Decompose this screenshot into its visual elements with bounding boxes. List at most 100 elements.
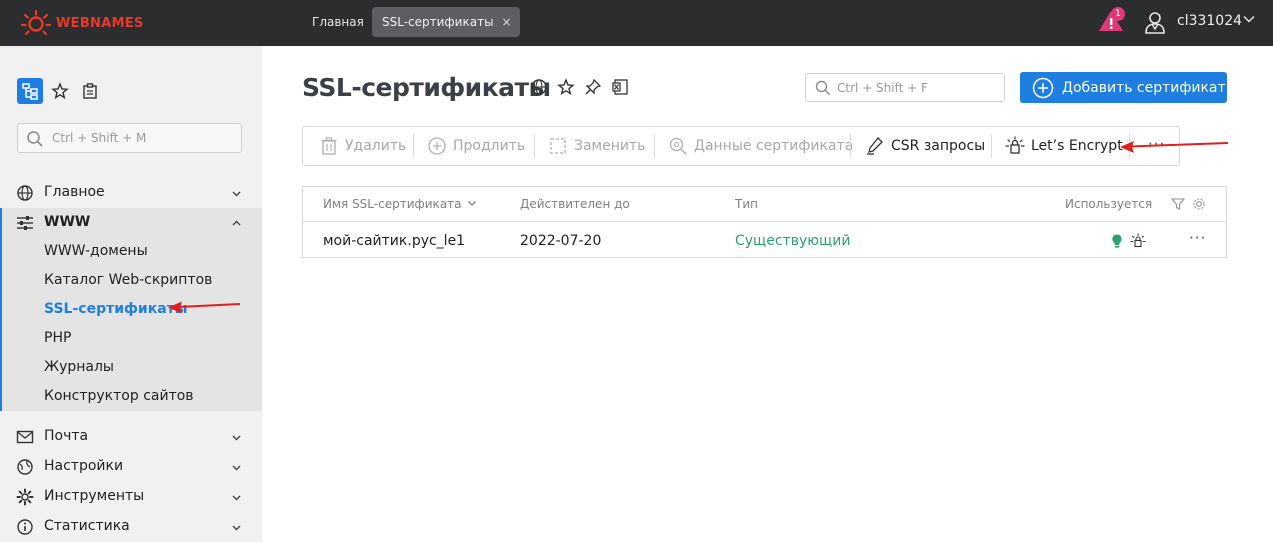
- sidebar-group-label: WWW: [44, 214, 91, 230]
- renew-label: Продлить: [453, 138, 526, 154]
- delete-button[interactable]: Удалить: [319, 127, 406, 165]
- top-bar: WEBNAMES Главная SSL-сертификаты × 1 cl3…: [0, 0, 1273, 46]
- sidebar-group-label: Почта: [44, 428, 89, 444]
- trash-icon: [321, 137, 337, 155]
- pin-icon[interactable]: [584, 78, 602, 96]
- chevron-up-icon: [232, 220, 241, 226]
- filter-icon[interactable]: [1171, 197, 1185, 211]
- favorites-button[interactable]: [47, 78, 73, 104]
- star-icon: [51, 82, 69, 100]
- sidebar-item-www-domains[interactable]: WWW-домены: [44, 243, 148, 259]
- toolbar-divider: [534, 134, 535, 158]
- sidebar-group-www[interactable]: WWW: [0, 208, 262, 238]
- lets-encrypt-button[interactable]: Let’s Encrypt: [1005, 127, 1123, 165]
- sidebar-group-mail[interactable]: Почта: [0, 422, 262, 452]
- sidebar-group-tools[interactable]: Инструменты: [0, 482, 262, 512]
- tab-close-icon[interactable]: ×: [502, 7, 512, 37]
- sidebar-item-logs[interactable]: Журналы: [44, 359, 114, 375]
- sidebar-group-statistics[interactable]: Статистика: [0, 512, 262, 542]
- replace-icon: [550, 138, 566, 154]
- sidebar: Главное WWW WWW-домены Каталог Web-скрип…: [0, 46, 262, 542]
- toolbar-divider: [991, 134, 992, 158]
- sidebar-group-label: Главное: [44, 184, 105, 200]
- page-title: SSL-сертификаты: [302, 73, 551, 102]
- mail-icon: [16, 430, 34, 444]
- logo[interactable]: WEBNAMES: [20, 8, 144, 38]
- sidebar-group-label: Настройки: [44, 458, 124, 474]
- toolbar-divider: [654, 134, 655, 158]
- replace-label: Заменить: [574, 138, 646, 154]
- csr-requests-button[interactable]: CSR запросы: [865, 127, 985, 165]
- globe-icon: [17, 185, 33, 201]
- sidebar-search-input[interactable]: [52, 129, 232, 147]
- tab-ssl-certificates[interactable]: SSL-сертификаты ×: [372, 7, 520, 37]
- table-header: Имя SSL-сертификата Действителен до Тип …: [303, 187, 1226, 222]
- main-search-input[interactable]: [837, 79, 997, 96]
- sidebar-item-site-builder[interactable]: Конструктор сайтов: [44, 388, 194, 404]
- clipboard-button[interactable]: [77, 78, 103, 104]
- sidebar-group-label: Инструменты: [44, 488, 145, 504]
- sidebar-search: [17, 123, 242, 153]
- logo-text: WEBNAMES: [56, 15, 144, 31]
- certificate-data-button[interactable]: Данные сертификата: [668, 127, 853, 165]
- chevron-down-icon: [232, 435, 241, 441]
- add-certificate-button[interactable]: Добавить сертификат: [1020, 72, 1227, 103]
- plus-circle-icon: [1032, 77, 1054, 98]
- page-title-actions: [530, 78, 638, 96]
- add-certificate-label: Добавить сертификат: [1062, 79, 1226, 96]
- chevron-down-icon: [232, 191, 241, 197]
- table-settings-gear-icon[interactable]: [1192, 197, 1206, 211]
- toolbar-divider: [850, 134, 851, 158]
- csr-requests-label: CSR запросы: [891, 138, 986, 154]
- chevron-down-icon: [232, 525, 241, 531]
- main-search: [805, 73, 1005, 102]
- column-header-type[interactable]: Тип: [735, 197, 758, 211]
- certificates-table: Имя SSL-сертификата Действителен до Тип …: [302, 186, 1227, 258]
- annotation-arrow-icon: [168, 301, 241, 314]
- gear-icon: [16, 488, 34, 506]
- annotation-arrow-icon: [1120, 141, 1229, 153]
- sidebar-group-main[interactable]: Главное: [0, 178, 262, 208]
- search-icon: [815, 80, 831, 96]
- globe-settings-icon[interactable]: [530, 78, 548, 96]
- tree-icon: [22, 83, 38, 100]
- delete-label: Удалить: [345, 138, 407, 154]
- cell-valid-until: 2022-07-20: [520, 233, 602, 249]
- info-icon: [17, 519, 33, 535]
- sliders-icon: [17, 216, 33, 230]
- sidebar-group-settings[interactable]: Настройки: [0, 452, 262, 482]
- search-icon: [27, 131, 43, 147]
- sort-chevron-icon: [468, 201, 477, 206]
- user-name[interactable]: cl331024: [1177, 13, 1242, 29]
- excel-export-icon[interactable]: [611, 78, 629, 96]
- tab-home[interactable]: Главная: [302, 7, 374, 37]
- chevron-down-icon: [232, 495, 241, 501]
- settings-globe-icon: [17, 459, 33, 475]
- column-header-name[interactable]: Имя SSL-сертификата: [323, 197, 477, 211]
- column-header-valid-until[interactable]: Действителен до: [520, 197, 630, 211]
- logo-sun-icon: [20, 9, 52, 36]
- column-header-used[interactable]: Используется: [1065, 197, 1152, 211]
- certificate-data-label: Данные сертификата: [694, 138, 854, 154]
- sidebar-item-php[interactable]: PHP: [44, 330, 71, 346]
- replace-button[interactable]: Заменить: [548, 127, 645, 165]
- action-toolbar: Удалить Продлить Заменить Данные сертифи…: [302, 126, 1180, 166]
- pen-icon: [867, 137, 883, 155]
- lightbulb-icon: [1112, 234, 1122, 248]
- cell-type: Существующий: [735, 233, 851, 249]
- sidebar-view-switcher: [17, 78, 107, 104]
- sidebar-item-web-scripts[interactable]: Каталог Web-скриптов: [44, 272, 212, 288]
- renew-button[interactable]: Продлить: [427, 127, 525, 165]
- chevron-down-icon[interactable]: [1243, 13, 1255, 25]
- tab-ssl-label: SSL-сертификаты: [382, 15, 494, 29]
- lets-encrypt-lock-icon: [1130, 233, 1146, 248]
- star-icon[interactable]: [557, 78, 575, 96]
- user-avatar-icon[interactable]: [1142, 9, 1168, 35]
- column-header-name-label: Имя SSL-сертификата: [323, 197, 462, 211]
- clipboard-icon: [83, 83, 97, 99]
- row-more-button[interactable]: ···: [1189, 229, 1206, 247]
- cell-name: мой-сайтик.рус_le1: [323, 233, 466, 249]
- toolbar-divider: [413, 134, 414, 158]
- chevron-down-icon: [232, 465, 241, 471]
- tree-view-button[interactable]: [17, 78, 43, 104]
